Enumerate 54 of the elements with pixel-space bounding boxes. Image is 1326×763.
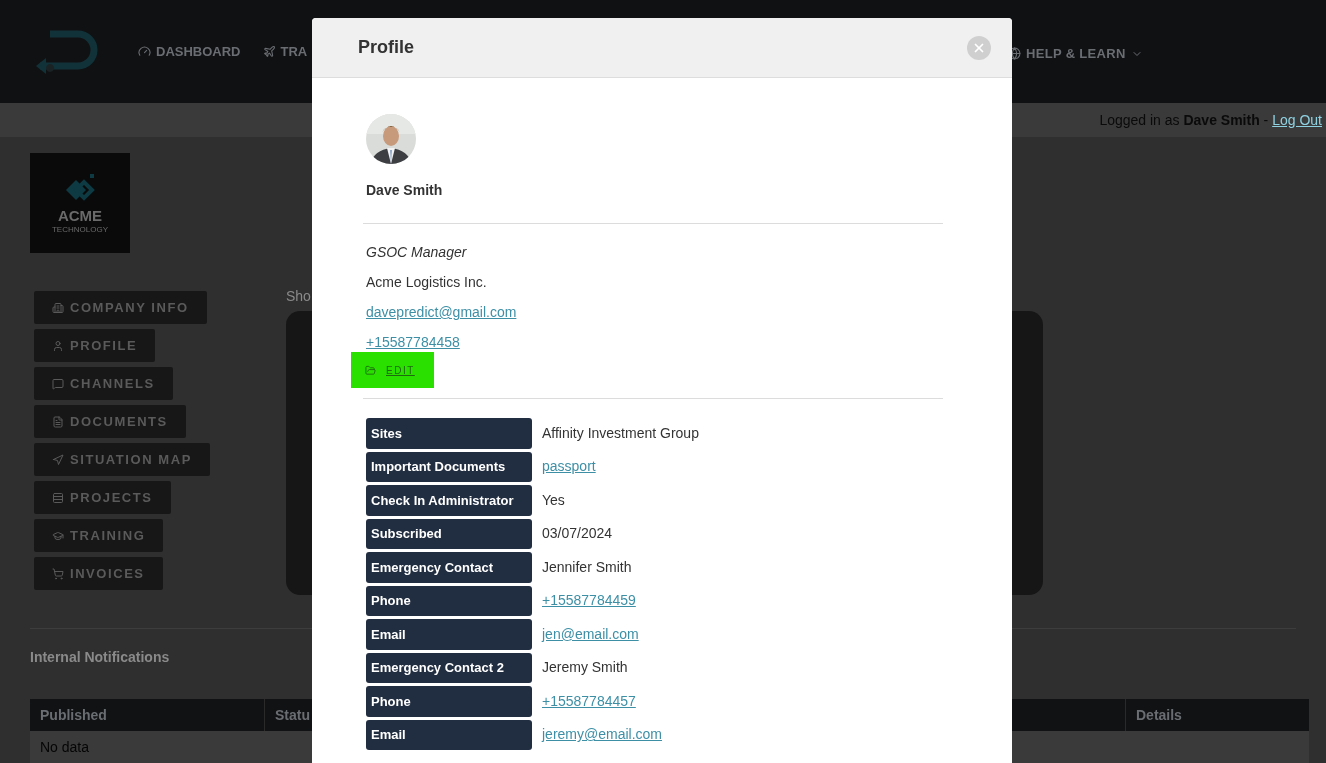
profile-name: Dave Smith <box>366 181 444 200</box>
graduation-cap-icon <box>52 529 64 542</box>
field-label: Emergency Contact <box>366 552 532 583</box>
sidebar-button[interactable]: COMPANY INFO <box>34 291 207 324</box>
field-value: 03/07/2024 <box>542 524 613 544</box>
field-label: Sites <box>366 418 532 449</box>
cart-icon <box>52 567 64 580</box>
close-button[interactable] <box>967 35 991 60</box>
log-out-link[interactable]: Log Out <box>1272 111 1322 128</box>
field-value: Jennifer Smith <box>542 557 632 577</box>
list-icon <box>52 491 64 504</box>
field-label: Phone <box>366 686 532 717</box>
nav-link[interactable]: DASHBOARD <box>138 41 241 62</box>
document-icon <box>52 415 64 428</box>
sidebar-button[interactable]: CHANNELS <box>34 367 173 400</box>
sidebar-button[interactable]: PROJECTS <box>34 481 171 514</box>
plane-icon <box>262 45 276 58</box>
field-label: Email <box>366 719 532 750</box>
field-value: Yes <box>542 490 565 510</box>
sidebar-button[interactable]: PROFILE <box>34 329 156 362</box>
sidebar-button[interactable]: INVOICES <box>34 557 163 590</box>
job-title: GSOC Manager <box>366 244 467 261</box>
field-label: Emergency Contact 2 <box>366 652 532 683</box>
column-header: Details <box>1135 705 1183 725</box>
edit-button[interactable]: EDIT <box>351 352 434 388</box>
field-value: Affinity Investment Group <box>542 423 699 443</box>
company-name: Acme Logistics Inc. <box>366 274 487 291</box>
field-value-link[interactable]: +15587784459 <box>542 590 636 612</box>
sidebar-button[interactable]: SITUATION MAP <box>34 443 210 476</box>
field-label: Important Documents <box>366 451 532 482</box>
sidebar-button[interactable]: TRAINING <box>34 519 164 552</box>
field-label: Email <box>366 619 532 650</box>
field-value: Jeremy Smith <box>542 658 628 678</box>
field-value-link[interactable]: passport <box>542 456 596 478</box>
gauge-icon <box>138 45 151 58</box>
building-icon <box>52 301 64 314</box>
field-value-link[interactable]: jen@email.com <box>542 623 639 645</box>
logo-tagline: TECHNOLOGY <box>52 226 108 234</box>
field-label: Subscribed <box>366 518 532 549</box>
section-title: Internal Notifications <box>30 649 170 665</box>
field-label: Phone <box>366 585 532 616</box>
sidebar-button[interactable]: DOCUMENTS <box>34 405 186 438</box>
field-label: Check In Administrator <box>366 485 532 516</box>
nav-link[interactable]: HELP & LEARN <box>1008 44 1143 64</box>
logo-wordmark: ACME <box>57 208 103 223</box>
content-hint-text: Sho <box>286 288 311 304</box>
folder-icon <box>365 364 376 376</box>
chat-icon <box>52 377 64 390</box>
nav-link[interactable]: TRA <box>262 41 308 62</box>
phone-link[interactable]: +15587784458 <box>366 334 460 351</box>
navigation-arrow-icon <box>52 453 64 466</box>
email-link[interactable]: davepredict@gmail.com <box>366 304 517 321</box>
dialog-title: Profile <box>358 36 414 59</box>
user-icon <box>52 339 64 352</box>
